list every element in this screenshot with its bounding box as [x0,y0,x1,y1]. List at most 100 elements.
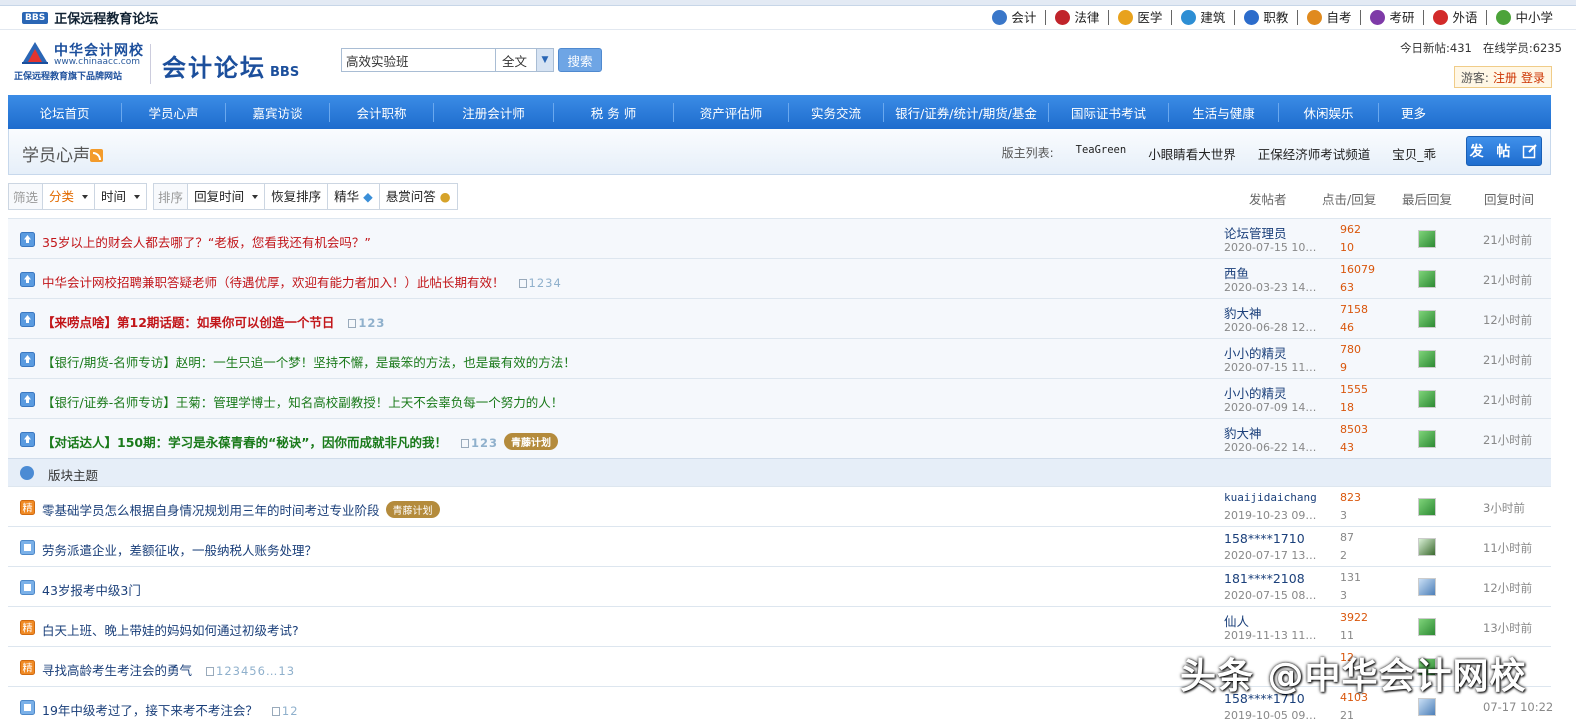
nav-item[interactable]: 资产评估师 [673,102,788,122]
site-link[interactable]: 建筑 [1171,10,1234,25]
category-filter[interactable]: 分类 [42,184,95,209]
author-link[interactable]: 小小的精灵 [1224,383,1287,402]
thread-title-link[interactable]: 35岁以上的财会人都去哪了？“老板，您看我还有机会吗？” [42,235,371,250]
avatar[interactable] [1418,698,1436,716]
forum-title[interactable]: 会计论坛 BBS [162,48,299,83]
svg-text:精: 精 [23,622,33,635]
thread-title: 19年中级考过了，接下来考不考注会？ 12 [42,700,299,719]
nav-item[interactable]: 税 务 师 [553,102,673,122]
reply-time: 21小时前 [1483,393,1533,407]
thread-tag[interactable]: 青藤计划 [385,501,440,518]
coin-bag-icon: ● [439,189,451,204]
author-link[interactable]: kuaijidaichang [1224,491,1317,504]
moderator-link[interactable]: TeaGreen [1076,144,1127,163]
nav-item[interactable]: 更多 [1378,102,1448,122]
author-link[interactable]: 豹大神 [1224,303,1262,322]
site-link[interactable]: 会计 [983,10,1045,25]
register-link[interactable]: 注册 [1493,69,1517,86]
nav-item[interactable]: 生活与健康 [1168,102,1278,122]
rss-icon[interactable] [90,149,103,162]
thread-title-link[interactable]: 【银行/期货-名师专访】赵明：一生只追一个梦！坚持不懈，是最笨的方法，也是最有效… [42,355,576,370]
moderator-link[interactable]: 小眼睛看大世界 [1148,144,1236,163]
reply-count: 2 [1340,549,1347,562]
nav-item[interactable]: 注册会计师 [433,102,553,122]
thread-title-link[interactable]: 劳务派遣企业，差额征收，一般纳税人账务处理？ [42,543,317,558]
author-link[interactable]: 论坛管理员 [1224,223,1287,242]
thread-title-link[interactable]: 【银行/证券-名师专访】王菊：管理学博士，知名高校副教授！上天不会辜负每一个努力… [42,395,563,410]
nav-item[interactable]: 国际证书考试 [1048,102,1168,122]
restore-sort-button[interactable]: 恢复排序 [264,184,328,209]
network-brand[interactable]: BBS 正保远程教育论坛 [22,8,158,27]
search-scope-select[interactable]: 全文 ▼ [496,48,554,72]
digest-filter[interactable]: 精华 ◆ [327,184,379,209]
page-links[interactable]: 123456…13 [206,664,295,678]
sort-group: 排序 回复时间 恢复排序 精华 ◆ 悬赏问答 ● [153,183,458,210]
site-link[interactable]: 中小学 [1486,10,1562,25]
thread-title-link[interactable]: 【来唠点啥】第12期话题：如果你可以创造一个节日 [42,315,334,330]
thread-title: 【银行/期货-名师专访】赵明：一生只追一个梦！坚持不懈，是最笨的方法，也是最有效… [42,352,576,371]
site-link[interactable]: 医学 [1108,10,1171,25]
nav-item[interactable]: 论坛首页 [8,103,121,122]
moderator-link[interactable]: 正保经济师考试频道 [1258,144,1371,163]
avatar[interactable] [1418,430,1436,448]
chinaacc-logo[interactable]: 中华会计网校 www.chinaacc.com 正保远程教育旗下品牌网站 [14,40,144,84]
avatar[interactable] [1418,498,1436,516]
avatar[interactable] [1418,618,1436,636]
nav-item[interactable]: 学员心声 [121,102,225,122]
search-button[interactable]: 搜索 [558,48,602,72]
moderator-link[interactable]: 宝贝_乖 [1392,144,1436,163]
new-post-button[interactable]: 发 帖 [1466,136,1542,166]
avatar[interactable] [1418,390,1436,408]
thread-title-link[interactable]: 43岁报考中级3门 [42,583,141,598]
thread-tag[interactable]: 青藤计划 [504,433,559,450]
avatar[interactable] [1418,578,1436,596]
bounty-filter[interactable]: 悬赏问答 ● [378,184,457,209]
author-link[interactable]: 小小的精灵 [1224,343,1287,362]
nav-item[interactable]: 嘉宾访谈 [225,102,329,122]
avatar[interactable] [1418,310,1436,328]
page-links[interactable]: 12 [271,704,299,718]
site-links: 会计 法律 医学 建筑 职教 自考 考研 外语 中小学 [983,10,1562,25]
author-link[interactable]: 仙人 [1224,611,1249,630]
thread-title-link[interactable]: 零基础学员怎么根据自身情况规划用三年的时间考过专业阶段 [42,503,380,518]
filter-bar: 筛选 分类 时间 排序 回复时间 恢复排序 精华 ◆ 悬赏问答 ● [8,183,464,210]
nav-item[interactable]: 实务交流 [788,102,883,122]
avatar[interactable] [1418,538,1436,556]
thread-title-link[interactable]: 寻找高龄考生考注会的勇气 [42,663,192,678]
author-link[interactable]: 158****1710 [1224,531,1305,546]
table-row: 精零基础学员怎么根据自身情况规划用三年的时间考过专业阶段 青藤计划 kuaijida… [8,486,1551,526]
page-links[interactable]: 123 [348,316,385,330]
page-links[interactable]: 1234 [518,276,562,290]
time-filter[interactable]: 时间 [94,184,147,209]
author-link[interactable]: 西鱼 [1224,263,1249,282]
site-link[interactable]: 考研 [1360,10,1423,25]
thread-title-link[interactable]: 中华会计网校招聘兼职答疑老师（待遇优厚，欢迎有能力者加入！）此帖长期有效！ [42,275,505,290]
search-input[interactable] [341,48,496,72]
page-icon [518,279,527,288]
login-link[interactable]: 登录 [1521,69,1545,86]
site-link[interactable]: 外语 [1423,10,1486,25]
thread-title-link[interactable]: 19年中级考过了，接下来考不考注会？ [42,703,258,718]
nav-item[interactable]: 会计职称 [329,102,433,122]
thread-title-link[interactable]: 白天上班、晚上带娃的妈妈如何通过初级考试? [42,623,299,638]
author-link[interactable]: 181****2108 [1224,571,1305,586]
page-links[interactable]: 123 [461,436,498,450]
law-icon [1055,10,1071,25]
sticky-pin-icon [20,232,35,247]
avatar[interactable] [1418,230,1436,248]
author-link[interactable]: 豹大神 [1224,423,1262,442]
nav-item[interactable]: 休闲娱乐 [1278,102,1378,122]
click-count: 16079 [1340,263,1375,276]
sort-reply-time[interactable]: 回复时间 [187,184,265,209]
reply-count: 9 [1340,361,1347,374]
watermark: 头条 @中华会计网校 [1180,656,1527,697]
site-link[interactable]: 自考 [1297,10,1360,25]
new-post-label: 发 帖 [1469,144,1515,160]
thread-title-link[interactable]: 【对话达人】150期：学习是永葆青春的“秘诀”，因你而成就非凡的我！ [42,435,447,450]
site-link[interactable]: 法律 [1045,10,1108,25]
avatar[interactable] [1418,270,1436,288]
avatar[interactable] [1418,350,1436,368]
site-link[interactable]: 职教 [1234,10,1297,25]
filter-group: 筛选 分类 时间 [8,183,148,210]
nav-item[interactable]: 银行/证券/统计/期货/基金 [883,102,1048,122]
